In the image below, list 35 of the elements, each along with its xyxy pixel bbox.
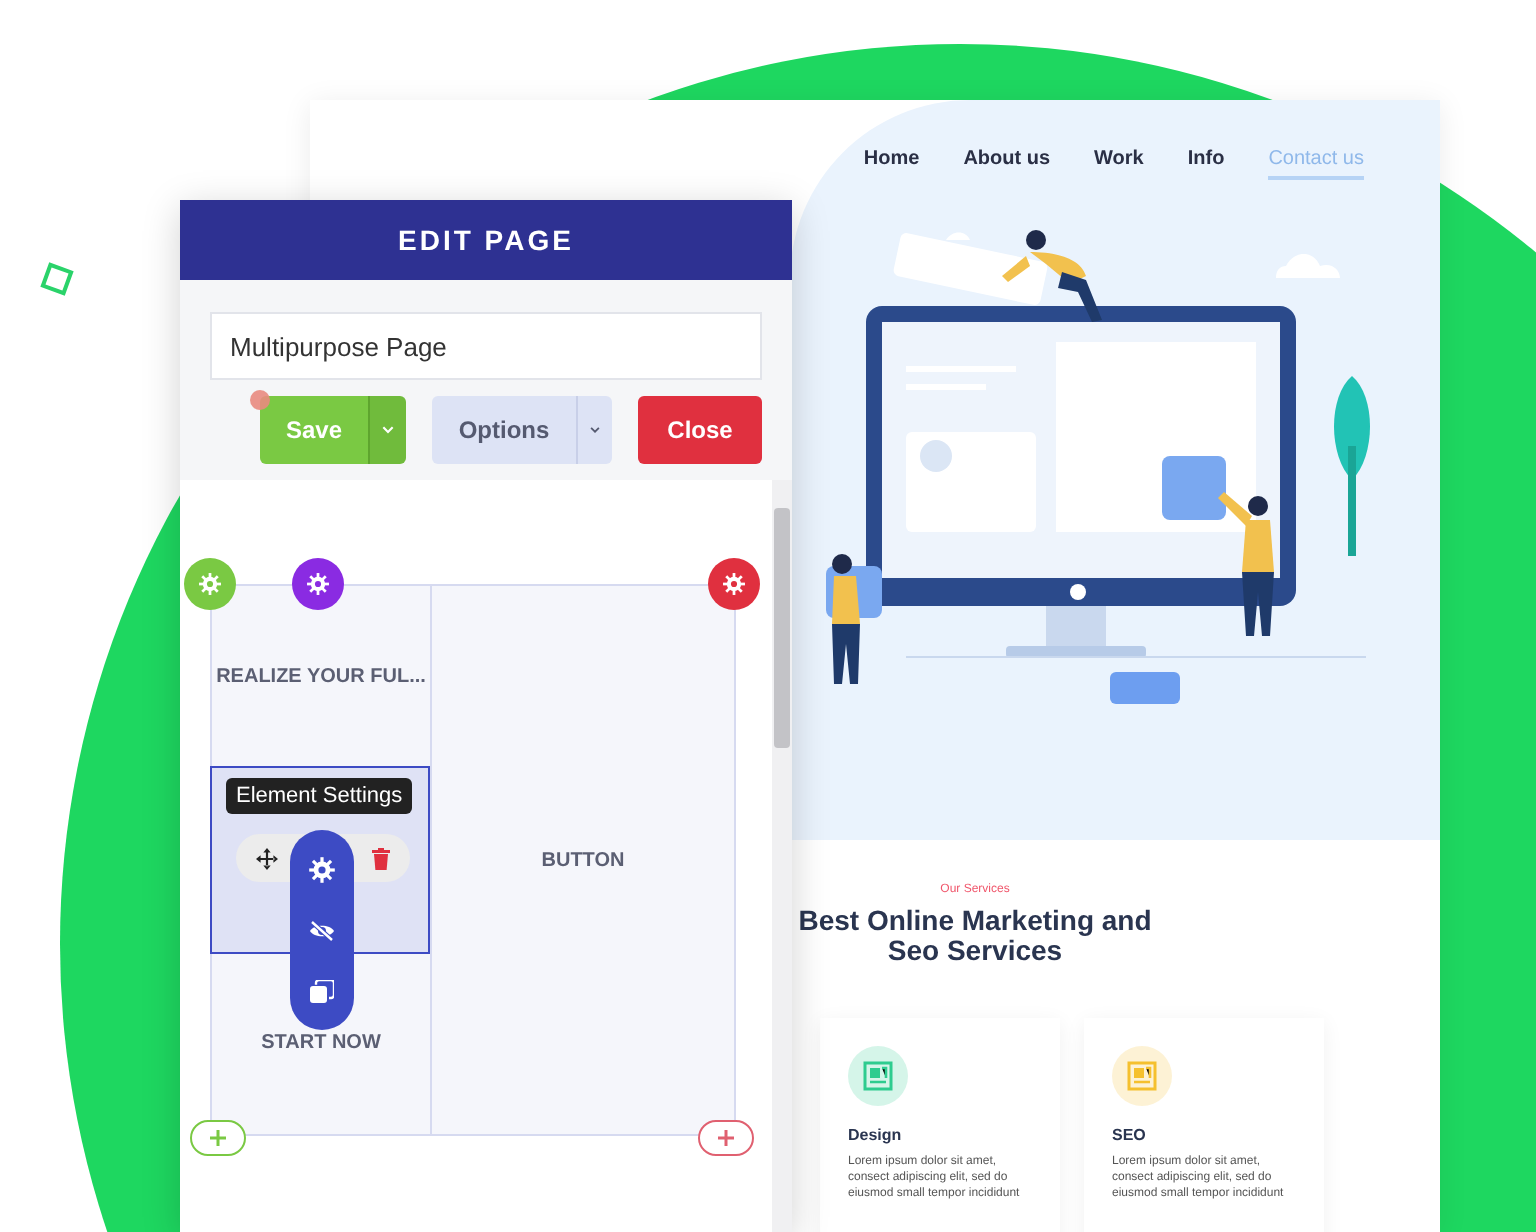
settings-icon [306,572,330,596]
nav-link[interactable]: Work [1094,148,1144,180]
nav-link[interactable]: Info [1187,148,1225,180]
page-name-field[interactable]: Multipurpose Page [210,312,762,380]
caret-icon [590,424,600,436]
cursor-dot [250,390,270,410]
plus-icon [718,1130,734,1146]
nav-link[interactable]: About us [963,148,1051,180]
plus-icon [210,1130,226,1146]
card-title: SEO [1112,1126,1148,1144]
nav-link[interactable]: Home [863,148,920,180]
add-row-button[interactable] [190,1120,246,1156]
options-button[interactable]: Options [432,396,576,464]
element-label[interactable]: START NOW [261,1032,381,1054]
trash-icon[interactable] [372,847,390,869]
caret-icon [382,424,394,436]
settings-icon [722,572,746,596]
card-title: Design [848,1126,904,1144]
column-settings-button[interactable] [708,558,760,610]
scrollbar[interactable] [772,480,792,1232]
settings-icon [198,572,222,596]
row-container[interactable]: REALIZE YOUR FUL... Element Settings START NOW BUTTON [210,584,736,1136]
element-label[interactable]: REALIZE YOUR FUL... [216,666,426,688]
element-label[interactable]: BUTTON [541,849,625,871]
settings-icon [308,856,336,885]
move-icon[interactable] [256,847,278,869]
tooltip: Element Settings [226,778,413,814]
section-title: Best Online Marketing and Seo Services [796,906,1154,966]
copy-icon[interactable] [310,979,334,1004]
close-button[interactable]: Close [638,396,762,464]
column-settings-button[interactable] [292,558,344,610]
add-column-button[interactable] [698,1120,754,1156]
row-settings-button[interactable] [184,558,236,610]
hidden-eye-icon[interactable] [308,920,336,943]
panel-title: EDIT PAGE [396,222,576,260]
